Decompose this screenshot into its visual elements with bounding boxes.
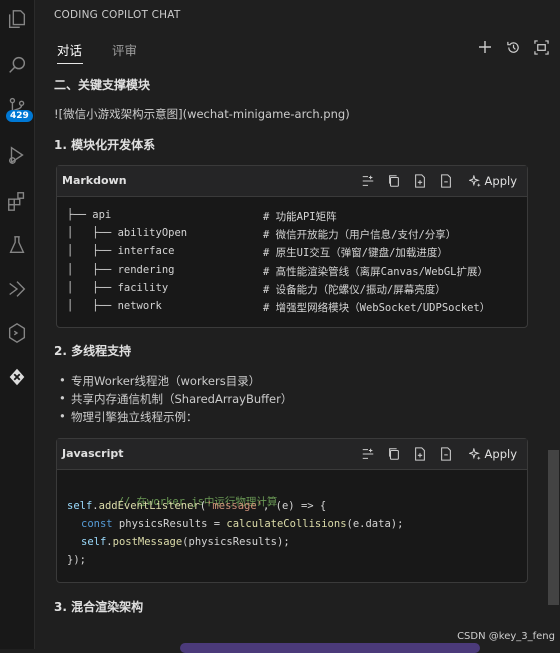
code-token: addEventListener: [98, 500, 200, 512]
code-toolbar: Apply: [357, 171, 521, 191]
copy-icon[interactable]: [0, 2, 34, 36]
copilot-chat-icon[interactable]: [0, 360, 34, 394]
insert-icon: [362, 175, 373, 186]
chat-tabs: 对话 评审: [57, 40, 167, 59]
code-token: , (e) => {: [263, 500, 327, 512]
new-chat-button[interactable]: [476, 38, 494, 56]
apply-label: Apply: [484, 447, 517, 461]
code-language-label: Markdown: [62, 174, 127, 187]
watermark: CSDN @key_3_feng: [457, 631, 555, 642]
code-comment: # 增强型网络模块（WebSocket/UDPSocket）: [263, 302, 491, 314]
plus-icon: [479, 41, 491, 53]
history-icon: [506, 41, 519, 53]
copy-code-button[interactable]: [383, 171, 405, 191]
copy-icon: [388, 175, 399, 187]
code-line: const physicsResults = calculateCollisio…: [81, 518, 403, 530]
copy-icon: [388, 448, 399, 460]
code-line: });: [67, 554, 86, 566]
file-diff-icon: [440, 174, 451, 188]
code-token: physicsResults =: [112, 518, 227, 530]
code-line: self.addEventListener('message', (e) => …: [67, 500, 327, 512]
scrollbar-thumb[interactable]: [548, 450, 559, 605]
insert-at-cursor-button[interactable]: [357, 171, 379, 191]
diff-button[interactable]: [435, 444, 457, 464]
section-1-title: 1. 模块化开发体系: [54, 138, 156, 152]
header-actions: [476, 38, 550, 56]
new-file-icon: [414, 174, 425, 188]
code-language-label: Javascript: [62, 447, 124, 460]
insert-icon: [362, 448, 373, 459]
code-comment: # 设备能力（陀螺仪/振动/屏幕亮度）: [263, 284, 446, 296]
section-heading: 二、关键支撑模块: [54, 78, 151, 92]
code-comment: # 原生UI交互（弹窗/键盘/加载进度）: [263, 247, 448, 259]
code-comment: # 功能API矩阵: [263, 211, 337, 223]
insert-new-file-button[interactable]: [409, 444, 431, 464]
maximize-button[interactable]: [532, 38, 550, 56]
code-block-markdown: Markdown Apply ├── api # 功能API矩阵 │ ├── a…: [56, 165, 528, 328]
image-markdown-link: ![微信小游戏架构示意图](wechat-minigame-arch.png): [54, 107, 350, 121]
diff-button[interactable]: [435, 171, 457, 191]
list-item: 物理引擎独立线程示例：: [59, 409, 197, 425]
chat-panel: CODING COPILOT CHAT 对话 评审 二、关键支撑模块 ![微信小…: [35, 0, 560, 653]
section-2-title: 2. 多线程支持: [54, 344, 132, 358]
code-token: (physicsResults);: [182, 536, 290, 548]
code-line: ├── api: [67, 209, 112, 221]
insert-new-file-button[interactable]: [409, 171, 431, 191]
copy-code-button[interactable]: [383, 444, 405, 464]
list-item: 共享内存通信机制（SharedArrayBuffer）: [59, 391, 292, 407]
new-file-icon: [414, 447, 425, 461]
hexagon-extension-icon[interactable]: [0, 316, 34, 350]
tab-review[interactable]: 评审: [112, 40, 137, 59]
extensions-icon[interactable]: [0, 184, 34, 218]
section-3-title: 3. 混合渲染架构: [54, 600, 144, 614]
panel-title: CODING COPILOT CHAT: [54, 9, 181, 21]
code-token: self: [67, 500, 93, 512]
code-block-javascript: Javascript Apply // 在worker.js中运行物理计算 se…: [56, 438, 528, 583]
testing-icon[interactable]: [0, 228, 34, 262]
code-line: │ ├── rendering: [67, 264, 175, 276]
search-icon[interactable]: [0, 48, 34, 82]
file-diff-icon: [440, 447, 451, 461]
code-token: calculateCollisions: [226, 518, 347, 530]
code-block-header: Markdown Apply: [57, 166, 527, 197]
activity-bar: 429: [0, 0, 35, 649]
code-line: │ ├── facility: [67, 282, 169, 294]
code-comment: # 微信开放能力（用户信息/支付/分享）: [263, 229, 457, 241]
code-token: (e.data);: [346, 518, 404, 530]
apply-button[interactable]: Apply: [465, 444, 521, 464]
code-line: self.postMessage(physicsResults);: [81, 536, 290, 548]
code-token: const: [81, 518, 113, 530]
list-item: 专用Worker线程池（workers目录）: [59, 373, 260, 389]
apply-label: Apply: [484, 174, 517, 188]
code-token: self: [81, 536, 107, 548]
code-line: │ ├── abilityOpen: [67, 227, 188, 239]
history-button[interactable]: [504, 38, 522, 56]
code-token: 'message': [206, 500, 264, 512]
code-block-header: Javascript Apply: [57, 439, 527, 470]
maximize-icon: [533, 39, 549, 55]
apply-button[interactable]: Apply: [465, 171, 521, 191]
code-token: postMessage: [112, 536, 183, 548]
tab-chat[interactable]: 对话: [57, 40, 82, 59]
code-toolbar: Apply: [357, 444, 521, 464]
code-line: │ ├── interface: [67, 245, 175, 257]
active-tab-indicator: [57, 63, 83, 64]
code-comment: # 高性能渲染管线（离屏Canvas/WebGL扩展）: [263, 266, 489, 278]
source-control-badge: 429: [6, 110, 33, 122]
insert-at-cursor-button[interactable]: [357, 444, 379, 464]
sparkle-icon: [468, 174, 481, 187]
remote-explorer-icon[interactable]: [0, 272, 34, 306]
chat-input-edge[interactable]: [180, 643, 480, 653]
code-line: │ ├── network: [67, 300, 162, 312]
run-debug-icon[interactable]: [0, 138, 34, 172]
sparkle-icon: [468, 447, 481, 460]
